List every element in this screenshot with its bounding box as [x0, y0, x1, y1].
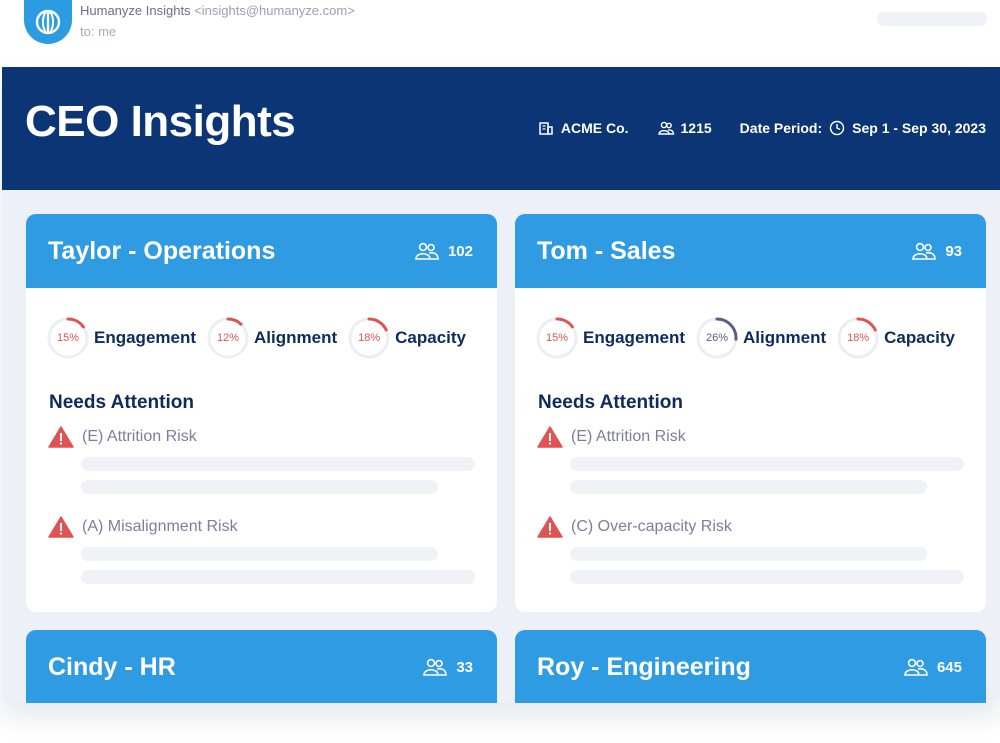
metric-label: Alignment — [743, 328, 827, 347]
risk-label: (A) Misalignment Risk — [82, 518, 238, 535]
manager-card-roy[interactable]: Roy - Engineering 645 — [515, 630, 986, 703]
team-size-value: 645 — [936, 658, 962, 676]
people-icon — [912, 242, 937, 260]
sender-name[interactable]: Humanyze Insights — [80, 3, 191, 18]
metric-alignment: 26% Alignment — [695, 316, 826, 360]
metric-capacity: 18% Capacity — [836, 316, 955, 360]
manager-card-cindy[interactable]: Cindy - HR 33 — [26, 630, 497, 703]
metric-percent: 12% — [217, 332, 240, 344]
warning-icon — [48, 426, 74, 448]
risk-item[interactable]: (E) Attrition Risk — [26, 426, 497, 448]
header-placeholder-bar — [877, 12, 987, 26]
metrics-row: 15% Engagement 26% Alignment 18% Capacit… — [515, 288, 986, 360]
globe-icon — [35, 9, 61, 35]
team-size-value: 102 — [447, 242, 473, 260]
metrics-row: 15% Engagement 12% Alignment 18% Capacit… — [26, 288, 497, 360]
people-icon — [657, 119, 675, 137]
metric-ring: 15% — [535, 316, 579, 360]
people-icon — [904, 658, 928, 676]
risk-label: (E) Attrition Risk — [82, 428, 197, 445]
manager-card-tom[interactable]: Tom - Sales 93 15% Engagement 26% Alignm… — [515, 214, 986, 612]
banner-meta: ACME Co. 1215 Date Period: Sep 1 - Sep 3… — [537, 119, 986, 137]
placeholder-bar — [570, 480, 927, 494]
ceo-banner: CEO Insights ACME Co. 1215 Date Period: … — [2, 67, 1000, 190]
metric-engagement: 15% Engagement — [535, 316, 685, 360]
card-header: Tom - Sales 93 — [515, 214, 986, 288]
card-title: Taylor - Operations — [48, 236, 276, 265]
banner-title: CEO Insights — [25, 97, 296, 146]
team-size: 93 — [911, 240, 962, 262]
warning-icon — [537, 516, 563, 538]
risk-label: (C) Over-capacity Risk — [571, 518, 732, 535]
building-icon — [537, 119, 555, 137]
placeholder-bar — [570, 547, 927, 561]
card-header: Taylor - Operations 102 — [26, 214, 497, 288]
placeholder-bar — [570, 570, 964, 584]
metric-label: Capacity — [395, 328, 467, 347]
needs-attention-heading: Needs Attention — [49, 392, 194, 413]
placeholder-bar — [81, 547, 438, 561]
sender-line: Humanyze Insights <insights@humanyze.com… — [80, 3, 355, 18]
metric-percent: 18% — [847, 332, 870, 344]
metric-ring: 12% — [206, 316, 250, 360]
metric-ring: 26% — [695, 316, 739, 360]
needs-attention-heading: Needs Attention — [538, 392, 683, 413]
team-size: 102 — [414, 240, 473, 262]
people-icon — [415, 242, 439, 260]
metric-percent: 15% — [56, 332, 80, 344]
company-headcount: 1215 — [680, 120, 712, 136]
warning-icon — [48, 516, 74, 538]
metric-label: Alignment — [254, 328, 338, 347]
risk-label: (E) Attrition Risk — [571, 428, 686, 445]
metric-percent: 15% — [545, 332, 569, 344]
metric-ring: 18% — [347, 316, 391, 360]
metric-ring: 15% — [46, 316, 90, 360]
risk-item[interactable]: (A) Misalignment Risk — [26, 516, 497, 538]
card-title: Cindy - HR — [48, 652, 176, 681]
team-size-value: 33 — [456, 658, 473, 676]
metric-label: Engagement — [583, 328, 686, 347]
team-size-value: 93 — [945, 242, 962, 260]
card-title: Roy - Engineering — [537, 652, 751, 681]
team-size: 645 — [903, 656, 962, 678]
sender-address: <insights@humanyze.com> — [194, 3, 355, 18]
email-header: Humanyze Insights <insights@humanyze.com… — [0, 0, 1000, 66]
placeholder-bar — [81, 570, 475, 584]
sender-avatar[interactable] — [24, 0, 72, 44]
placeholder-bar — [570, 457, 964, 471]
metric-percent: 26% — [706, 332, 729, 344]
card-header: Cindy - HR 33 — [26, 630, 497, 703]
people-icon — [423, 658, 448, 676]
metric-capacity: 18% Capacity — [347, 316, 466, 360]
date-period-label: Date Period: — [739, 120, 823, 136]
placeholder-bar — [81, 457, 475, 471]
metric-label: Engagement — [94, 328, 197, 347]
manager-card-taylor[interactable]: Taylor - Operations 102 15% Engagement 1… — [26, 214, 497, 612]
risk-item[interactable]: (E) Attrition Risk — [515, 426, 986, 448]
card-header: Roy - Engineering 645 — [515, 630, 986, 703]
metric-alignment: 12% Alignment — [206, 316, 337, 360]
team-size: 33 — [422, 656, 473, 678]
email-body: CEO Insights ACME Co. 1215 Date Period: … — [2, 67, 1000, 703]
card-title: Tom - Sales — [537, 236, 676, 265]
placeholder-bar — [81, 480, 438, 494]
clock-icon — [828, 119, 846, 137]
metric-label: Capacity — [884, 328, 956, 347]
company-name: ACME Co. — [560, 120, 629, 136]
metric-percent: 18% — [358, 332, 381, 344]
recipient-line[interactable]: to: me — [80, 24, 116, 39]
date-range: Sep 1 - Sep 30, 2023 — [852, 120, 986, 136]
risk-item[interactable]: (C) Over-capacity Risk — [515, 516, 986, 538]
metric-engagement: 15% Engagement — [46, 316, 196, 360]
warning-icon — [537, 426, 563, 448]
metric-ring: 18% — [836, 316, 880, 360]
